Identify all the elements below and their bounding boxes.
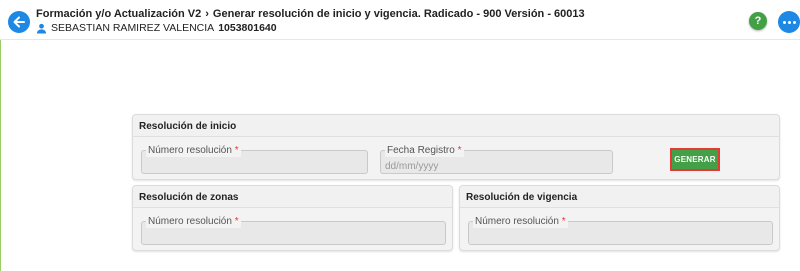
more-horizontal-icon [782, 20, 786, 24]
required-marker: * [234, 216, 239, 227]
card-title: Resolución de zonas [133, 186, 452, 208]
numero-resolucion-inicio-input[interactable] [146, 160, 363, 172]
user-info: SEBASTIAN RAMIREZ VALENCIA 1053801640 [36, 22, 277, 34]
card-title: Resolución de inicio [133, 115, 779, 137]
field-label-text: Número resolución [148, 216, 232, 227]
numero-resolucion-vigencia-input[interactable] [473, 231, 768, 243]
question-icon: ? [754, 15, 762, 27]
fecha-registro-field[interactable]: Fecha Registro * [380, 145, 613, 174]
help-button[interactable]: ? [749, 12, 767, 30]
field-label-text: Número resolución [475, 216, 559, 227]
person-icon [36, 23, 47, 34]
numero-resolucion-zonas-field[interactable]: Número resolución * [141, 216, 446, 245]
page-title: Generar resolución de inicio y vigencia.… [212, 8, 585, 20]
user-id: 1053801640 [218, 22, 277, 34]
more-dot [787, 20, 791, 24]
numero-resolucion-vigencia-field[interactable]: Número resolución * [468, 216, 773, 245]
card-resolucion-vigencia: Resolución de vigencia Número resolución… [459, 185, 780, 251]
required-marker: * [561, 216, 566, 227]
chevron-right-icon: › [205, 8, 209, 20]
field-label: Número resolución * [146, 216, 241, 228]
user-name: SEBASTIAN RAMIREZ VALENCIA [51, 22, 215, 34]
field-label-text: Número resolución [148, 145, 232, 156]
page-header: Formación y/o Actualización V2 › Generar r… [0, 0, 800, 40]
card-resolucion-zonas: Resolución de zonas Número resolución * [132, 185, 453, 251]
required-marker: * [457, 145, 462, 156]
card-title: Resolución de vigencia [460, 186, 779, 208]
numero-resolucion-inicio-field[interactable]: Número resolución * [141, 145, 368, 174]
field-label: Número resolución * [146, 145, 241, 157]
module-title: Formación y/o Actualización V2 [36, 8, 202, 20]
numero-resolucion-zonas-input[interactable] [146, 231, 441, 243]
more-options-button[interactable] [778, 11, 800, 33]
more-dot [792, 20, 796, 24]
field-label-text: Fecha Registro [387, 145, 455, 156]
field-label: Número resolución * [473, 216, 568, 228]
arrow-left-icon [13, 16, 25, 28]
back-button[interactable] [8, 11, 30, 33]
generar-button[interactable]: GENERAR [670, 148, 720, 171]
field-label: Fecha Registro * [385, 145, 464, 157]
fecha-registro-input[interactable] [385, 160, 608, 172]
breadcrumb: Formación y/o Actualización V2 › Generar r… [36, 8, 585, 20]
required-marker: * [234, 145, 239, 156]
